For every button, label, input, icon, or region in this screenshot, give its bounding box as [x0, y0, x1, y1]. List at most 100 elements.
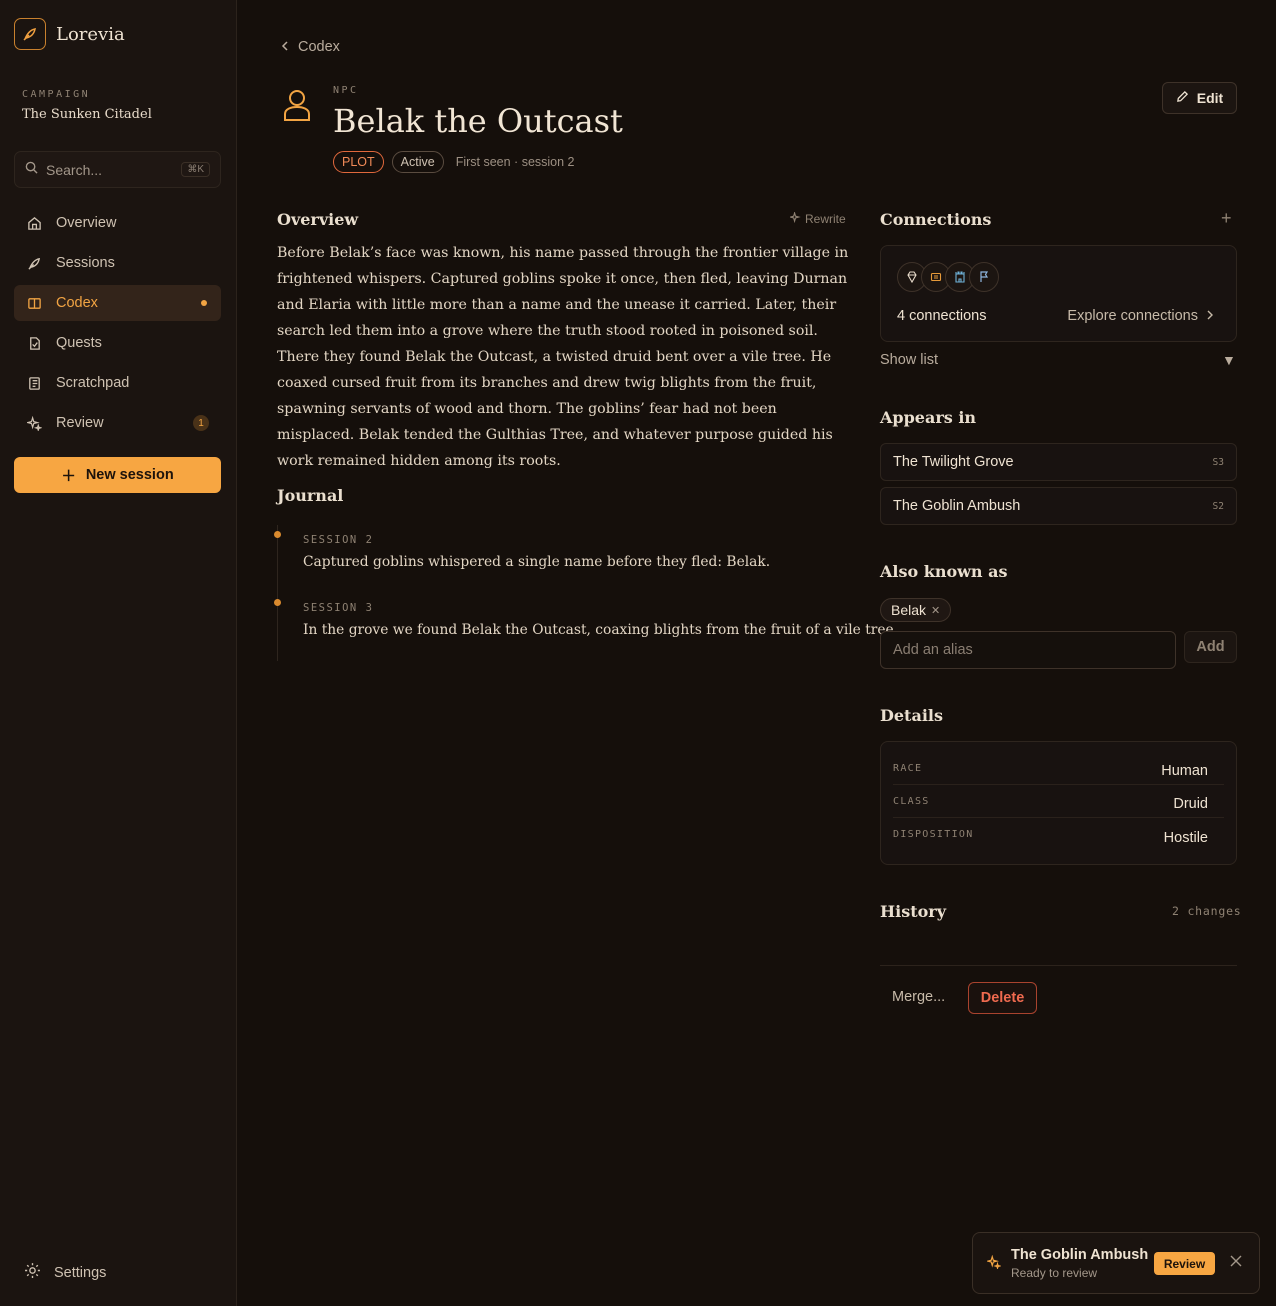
close-icon[interactable] — [1230, 1254, 1242, 1272]
history-count[interactable]: 2 changes — [1172, 904, 1242, 918]
sidebar-item-scratchpad[interactable]: Scratchpad — [14, 365, 221, 401]
sidebar-item-label: Codex — [56, 295, 98, 311]
remove-alias-icon[interactable]: ✕ — [931, 604, 940, 617]
settings-label: Settings — [54, 1264, 107, 1281]
campaign-name[interactable]: The Sunken Citadel — [22, 107, 152, 122]
connections-card[interactable]: 4 connections Explore connections — [880, 245, 1237, 342]
explore-connections-link[interactable]: Explore connections — [1067, 308, 1214, 324]
alias-input[interactable] — [880, 631, 1176, 669]
edit-button[interactable]: Edit — [1162, 82, 1237, 114]
overview-heading: Overview — [277, 210, 359, 229]
overview-text: Before Belak’s face was known, his name … — [277, 245, 849, 469]
plus-icon: ＋ — [61, 468, 76, 485]
sidebar-item-codex[interactable]: Codex — [14, 285, 221, 321]
merge-button[interactable]: Merge... — [892, 989, 945, 1005]
quill-logo-icon — [14, 18, 46, 50]
sidebar-item-label: Quests — [56, 335, 102, 351]
toast-title: The Goblin Ambush — [1011, 1247, 1149, 1263]
scroll-icon — [26, 335, 42, 351]
details-card: RACE Human CLASS Druid DISPOSITION Hosti… — [880, 741, 1237, 865]
sidebar-item-label: Review — [56, 415, 104, 431]
journal-entry: SESSION 3 In the grove we found Belak th… — [274, 593, 899, 661]
journal-entry: SESSION 2 Captured goblins whispered a s… — [274, 525, 852, 593]
settings-button[interactable]: Settings — [24, 1262, 106, 1283]
add-connection-button[interactable]: + — [1221, 208, 1232, 229]
search-input[interactable] — [46, 161, 166, 178]
detail-key: CLASS — [893, 795, 930, 807]
detail-value[interactable]: Human — [1161, 757, 1208, 779]
session-number: S3 — [1212, 456, 1224, 468]
rewrite-button[interactable]: Rewrite — [788, 210, 846, 226]
sparkle-icon — [985, 1254, 1002, 1272]
review-count-badge: 1 — [193, 415, 209, 431]
new-session-button[interactable]: ＋ New session — [14, 457, 221, 493]
quill-icon — [26, 255, 42, 271]
entity-kind: NPC — [333, 85, 359, 96]
connection-icons — [897, 262, 999, 292]
session-name: The Goblin Ambush — [893, 498, 1021, 514]
history-heading[interactable]: History — [880, 902, 946, 921]
journal-entry-text: In the grove we found Belak the Outcast,… — [303, 622, 899, 638]
edit-label: Edit — [1196, 90, 1224, 106]
journal-heading: Journal — [277, 486, 344, 505]
detail-row: DISPOSITION Hostile — [893, 818, 1224, 851]
connection-count: 4 connections — [897, 308, 987, 324]
detail-value[interactable]: Druid — [1173, 790, 1208, 812]
alias-chip: Belak ✕ — [880, 598, 952, 622]
toast-review-button[interactable]: Review — [1154, 1252, 1215, 1275]
appears-in-item[interactable]: The Twilight Grove S3 — [880, 443, 1237, 481]
person-icon — [283, 88, 311, 127]
detail-row: CLASS Druid — [893, 785, 1224, 818]
first-seen-text: First seen · session 2 — [455, 155, 575, 169]
back-to-codex-link[interactable]: Codex — [280, 39, 340, 55]
plot-tag[interactable]: PLOT — [333, 151, 384, 173]
detail-key: RACE — [893, 762, 923, 774]
caret-down-icon[interactable]: ▼ — [1222, 352, 1236, 368]
review-toast: The Goblin Ambush Ready to review Review — [972, 1232, 1260, 1294]
sidebar-item-sessions[interactable]: Sessions — [14, 245, 221, 281]
back-label: Codex — [298, 39, 340, 55]
connections-heading: Connections — [880, 210, 992, 229]
appears-in-item[interactable]: The Goblin Ambush S2 — [880, 487, 1237, 525]
notepad-icon — [26, 375, 42, 391]
journal-timeline: SESSION 2 Captured goblins whispered a s… — [274, 525, 899, 661]
journal-session-label: SESSION 2 — [303, 534, 374, 546]
journal-session-label: SESSION 3 — [303, 602, 374, 614]
search-box[interactable]: ⌘K — [14, 151, 221, 188]
journal-entry-text: Captured goblins whispered a single name… — [303, 554, 771, 570]
book-icon — [26, 295, 42, 311]
add-alias-button[interactable]: Add — [1184, 631, 1237, 663]
sidebar-item-label: Overview — [56, 215, 117, 231]
sidebar-item-overview[interactable]: Overview — [14, 205, 221, 241]
search-icon — [25, 161, 38, 179]
chevron-left-icon — [280, 39, 290, 55]
unread-dot — [201, 300, 207, 306]
new-session-label: New session — [85, 467, 174, 483]
delete-button[interactable]: Delete — [968, 982, 1037, 1014]
detail-value[interactable]: Hostile — [1164, 824, 1208, 846]
detail-key: DISPOSITION — [893, 829, 974, 840]
status-badge[interactable]: Active — [391, 151, 444, 173]
session-number: S2 — [1212, 500, 1224, 512]
pencil-icon — [1176, 90, 1189, 106]
sparkle-icon — [788, 210, 801, 226]
sidebar-nav: Overview Sessions Codex Quests Scratchpa… — [14, 205, 221, 445]
app-name: Lorevia — [56, 23, 125, 45]
entity-tags: PLOT Active First seen · session 2 — [333, 151, 575, 173]
detail-row: RACE Human — [893, 752, 1224, 785]
alias-text: Belak — [891, 602, 927, 618]
home-icon — [26, 215, 42, 231]
timeline-dot — [274, 599, 281, 606]
chevron-right-icon — [1206, 308, 1214, 324]
divider — [880, 965, 1237, 966]
rewrite-label: Rewrite — [805, 212, 846, 226]
search-shortcut: ⌘K — [181, 162, 210, 177]
brand[interactable]: Lorevia — [14, 18, 125, 50]
toast-subtitle: Ready to review — [1011, 1266, 1098, 1280]
show-list-toggle[interactable]: Show list — [880, 352, 938, 368]
campaign-label: CAMPAIGN — [22, 89, 91, 100]
sidebar-item-review[interactable]: Review 1 — [14, 405, 221, 441]
session-name: The Twilight Grove — [893, 454, 1014, 470]
appears-in-heading: Appears in — [880, 408, 977, 427]
sidebar-item-quests[interactable]: Quests — [14, 325, 221, 361]
